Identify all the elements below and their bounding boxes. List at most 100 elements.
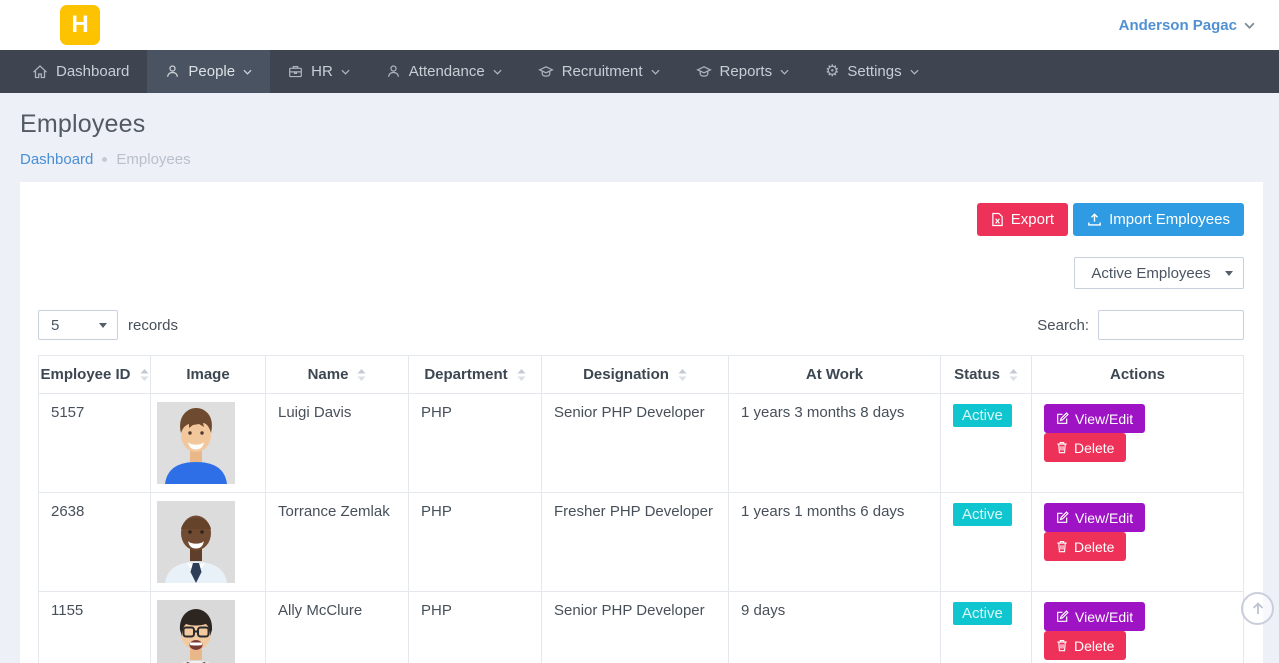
cell-name: Torrance Zemlak: [266, 493, 409, 592]
user-menu[interactable]: Anderson Pagac: [1119, 17, 1255, 34]
delete-label: Delete: [1074, 638, 1114, 654]
sort-icon: [678, 368, 687, 382]
column-header-status[interactable]: Status: [941, 356, 1032, 394]
nav-label: HR: [311, 63, 333, 80]
cell-image: [151, 592, 266, 663]
chevron-down-icon: [243, 69, 252, 75]
view-edit-button[interactable]: View/Edit: [1044, 602, 1145, 631]
cell-status: Active: [941, 592, 1032, 663]
nav-label: Attendance: [409, 63, 485, 80]
user-icon: [386, 64, 401, 79]
cell-name: Ally McClure: [266, 592, 409, 663]
table-row: 2638 Torrance Zemlak PHP: [39, 493, 1244, 592]
cell-department: PHP: [409, 394, 542, 493]
cell-status: Active: [941, 394, 1032, 493]
trash-icon: [1056, 441, 1068, 454]
view-edit-button[interactable]: View/Edit: [1044, 404, 1145, 433]
chevron-down-icon: [651, 69, 660, 75]
cell-at-work: 1 years 1 months 6 days: [729, 493, 941, 592]
cell-employee-id: 5157: [39, 394, 151, 493]
column-header-employee-id[interactable]: Employee ID: [39, 356, 151, 394]
cell-status: Active: [941, 493, 1032, 592]
column-header-at-work[interactable]: At Work: [729, 356, 941, 394]
delete-button[interactable]: Delete: [1044, 433, 1126, 462]
upload-icon: [1087, 212, 1102, 227]
app-logo[interactable]: H: [60, 5, 100, 45]
view-edit-label: View/Edit: [1075, 411, 1133, 427]
scroll-to-top-button[interactable]: [1241, 592, 1274, 625]
cell-designation: Senior PHP Developer: [542, 394, 729, 493]
breadcrumb: Dashboard Employees: [20, 151, 1259, 168]
employees-panel: Export Import Employees Active Employees…: [20, 182, 1263, 663]
nav-item-dashboard[interactable]: Dashboard: [14, 50, 147, 93]
cell-actions: View/Edit Delete: [1032, 493, 1244, 592]
chevron-down-icon: [341, 69, 350, 75]
edit-icon: [1056, 511, 1069, 524]
page-title: Employees: [20, 110, 1259, 139]
status-badge: Active: [953, 602, 1012, 625]
cell-at-work: 9 days: [729, 592, 941, 663]
cell-employee-id: 2638: [39, 493, 151, 592]
status-badge: Active: [953, 404, 1012, 427]
chevron-down-icon: [910, 69, 919, 75]
user-name: Anderson Pagac: [1119, 17, 1237, 34]
breadcrumb-dashboard-link[interactable]: Dashboard: [20, 151, 93, 168]
view-edit-label: View/Edit: [1075, 609, 1133, 625]
employee-avatar: [157, 600, 235, 663]
table-row: 1155: [39, 592, 1244, 663]
graduation-cap-icon: [696, 64, 712, 79]
cell-at-work: 1 years 3 months 8 days: [729, 394, 941, 493]
home-icon: [32, 64, 48, 80]
search-label: Search:: [1037, 317, 1089, 334]
cell-name: Luigi Davis: [266, 394, 409, 493]
delete-label: Delete: [1074, 539, 1114, 555]
table-header-row: Employee ID Image Name Department Design…: [39, 356, 1244, 394]
nav-item-attendance[interactable]: Attendance: [368, 50, 520, 93]
nav-item-people[interactable]: People: [147, 50, 270, 93]
main-nav: Dashboard People HR Attendance Recruitme…: [0, 50, 1279, 93]
gear-icon: ⚙: [825, 64, 839, 80]
export-label: Export: [1011, 211, 1054, 228]
import-label: Import Employees: [1109, 211, 1230, 228]
filter-row: Active Employees: [38, 257, 1244, 289]
excel-file-icon: [991, 212, 1004, 227]
chevron-down-icon: [780, 69, 789, 75]
column-header-name[interactable]: Name: [266, 356, 409, 394]
delete-label: Delete: [1074, 440, 1114, 456]
export-button[interactable]: Export: [977, 203, 1068, 236]
search-input[interactable]: [1098, 310, 1244, 340]
edit-icon: [1056, 610, 1069, 623]
column-header-designation[interactable]: Designation: [542, 356, 729, 394]
cell-image: [151, 394, 266, 493]
column-header-department[interactable]: Department: [409, 356, 542, 394]
import-employees-button[interactable]: Import Employees: [1073, 203, 1244, 236]
nav-label: Recruitment: [562, 63, 643, 80]
sort-icon: [1009, 368, 1018, 382]
search-control: Search:: [1037, 310, 1244, 340]
page-head: Employees Dashboard Employees: [0, 93, 1279, 182]
cell-designation: Fresher PHP Developer: [542, 493, 729, 592]
table-row: 5157 Luigi Davis PHP Senior PHP Develope…: [39, 394, 1244, 493]
cell-employee-id: 1155: [39, 592, 151, 663]
nav-item-reports[interactable]: Reports: [678, 50, 808, 93]
employee-avatar: [157, 501, 235, 583]
view-edit-button[interactable]: View/Edit: [1044, 503, 1145, 532]
briefcase-icon: [288, 64, 303, 79]
cell-actions: View/Edit Delete: [1032, 394, 1244, 493]
records-per-page-select[interactable]: 5: [38, 310, 118, 340]
employee-filter-select[interactable]: Active Employees: [1074, 257, 1244, 289]
graduation-cap-icon: [538, 64, 554, 79]
column-header-actions[interactable]: Actions: [1032, 356, 1244, 394]
column-header-image[interactable]: Image: [151, 356, 266, 394]
delete-button[interactable]: Delete: [1044, 631, 1126, 660]
user-icon: [165, 64, 180, 79]
nav-item-settings[interactable]: ⚙ Settings: [807, 50, 937, 93]
nav-label: Dashboard: [56, 63, 129, 80]
nav-label: Reports: [720, 63, 773, 80]
nav-item-recruitment[interactable]: Recruitment: [520, 50, 678, 93]
breadcrumb-separator: [102, 157, 107, 162]
cell-actions: View/Edit Delete: [1032, 592, 1244, 663]
delete-button[interactable]: Delete: [1044, 532, 1126, 561]
trash-icon: [1056, 639, 1068, 652]
nav-item-hr[interactable]: HR: [270, 50, 368, 93]
